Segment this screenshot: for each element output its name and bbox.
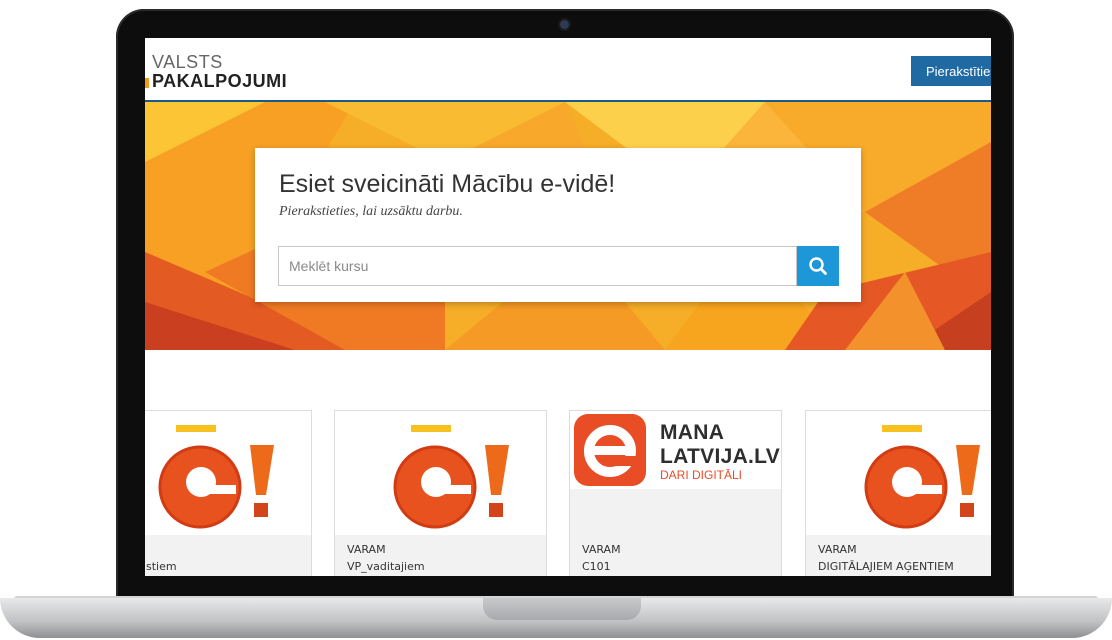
login-button[interactable]: Pierakstīties [911, 56, 991, 86]
browser-screen: VALSTS PAKALPOJUMI Pierakstīties Esiet s… [145, 38, 991, 576]
e-exclamation-logo [393, 425, 509, 529]
mana-latvija-logo-text: LATVIJA.LV [660, 445, 781, 468]
course-card[interactable]: VARAM DIGITĀLAJIEM AĢENTIEM [805, 410, 991, 576]
course-logo: MANA LATVIJA.LV DARI DIGITĀLI [570, 411, 781, 535]
laptop-notch [483, 598, 641, 620]
camera-icon [560, 20, 569, 29]
course-org: VARAM [347, 543, 386, 556]
course-logo [806, 411, 991, 535]
course-name[interactable]: stiem [146, 560, 177, 573]
mana-latvija-logo-text: MANA [660, 421, 725, 444]
course-card[interactable]: MANA LATVIJA.LV DARI DIGITĀLI VARAM C101 [569, 410, 782, 576]
logo-background [570, 489, 781, 535]
course-name[interactable]: DIGITĀLAJIEM AĢENTIEM [818, 560, 954, 573]
welcome-title: Esiet sveicināti Mācību e-vidē! [279, 170, 616, 198]
search-icon [809, 257, 827, 275]
course-name[interactable]: C101 [582, 560, 611, 573]
course-org: VARAM [582, 543, 621, 556]
course-org: VARAM [818, 543, 857, 556]
site-header: VALSTS PAKALPOJUMI Pierakstīties [145, 38, 991, 102]
mana-latvija-logo [574, 414, 646, 486]
e-letter-icon [584, 425, 636, 477]
logo-mark [145, 78, 149, 88]
search-button[interactable] [797, 246, 839, 286]
course-card[interactable]: VARAM VP_vaditajiem [334, 410, 547, 576]
welcome-subtitle: Pierakstieties, lai uzsāktu darbu. [279, 204, 463, 219]
e-exclamation-logo [864, 425, 980, 529]
welcome-card: Esiet sveicināti Mācību e-vidē! Pierakst… [255, 148, 861, 302]
course-name[interactable]: VP_vaditajiem [347, 560, 425, 573]
course-list: stiem VARAM VP_vaditajiem MANA LATVIJA.L… [145, 410, 991, 576]
e-exclamation-logo [158, 425, 274, 529]
course-search-input[interactable] [278, 246, 797, 286]
mana-latvija-tagline: DARI DIGITĀLI [660, 468, 743, 482]
course-card[interactable]: stiem [145, 410, 312, 576]
course-logo [335, 411, 546, 535]
course-logo [145, 411, 311, 535]
logo-text-bottom[interactable]: PAKALPOJUMI [152, 71, 287, 92]
logo-text-top[interactable]: VALSTS [152, 52, 223, 73]
